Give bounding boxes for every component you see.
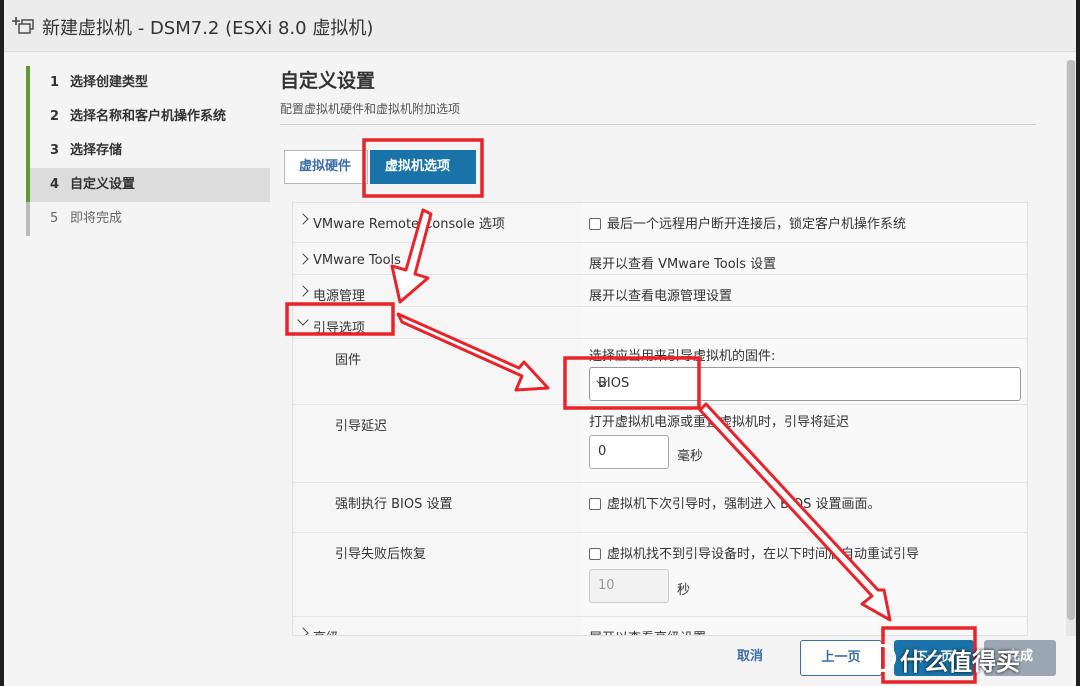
row-label: VMware Remote Console 选项 bbox=[313, 217, 505, 232]
step-label: 自定义设置 bbox=[70, 177, 136, 192]
row-value: 展开以查看高级设置 bbox=[589, 627, 706, 635]
tab-vm-options[interactable]: 虚拟机选项 bbox=[370, 150, 476, 184]
row-force-bios: 强制执行 BIOS 设置 虚拟机下次引导时，强制进入 BIOS 设置画面。 bbox=[293, 483, 1027, 533]
cancel-button[interactable]: 取消 bbox=[710, 640, 790, 676]
new-vm-dialog: 新建虚拟机 - DSM7.2 (ESXi 8.0 虚拟机) 1 选择创建类型 2选… bbox=[4, 0, 1076, 686]
tab-virtual-hardware[interactable]: 虚拟硬件 bbox=[284, 150, 368, 184]
row-label: VMware Tools bbox=[313, 253, 401, 268]
row-boot-recovery: 引导失败后恢复 虚拟机找不到引导设备时，在以下时间后自动重试引导 10 秒 bbox=[293, 533, 1027, 617]
chevron-down-icon[interactable] bbox=[297, 314, 309, 326]
force-bios-checkbox[interactable] bbox=[589, 498, 601, 510]
row-vmware-tools[interactable]: VMware Tools 展开以查看 VMware Tools 设置 bbox=[293, 243, 1027, 275]
chevron-right-icon[interactable] bbox=[297, 285, 309, 297]
main-content: 自定义设置 配置虚拟机硬件和虚拟机附加选项 虚拟硬件 虚拟机选项 VMware … bbox=[280, 58, 1038, 636]
step-2[interactable]: 2 选择名称和客户机操作系统 bbox=[26, 100, 270, 134]
step-label: 选择名称和客户机操作系统 bbox=[70, 109, 227, 124]
step-4[interactable]: 4 自定义设置 bbox=[26, 168, 270, 202]
row-value: 展开以查看电源管理设置 bbox=[589, 289, 733, 304]
row-advanced[interactable]: 高级 展开以查看高级设置 bbox=[293, 617, 1027, 635]
chevron-right-icon[interactable] bbox=[297, 627, 309, 635]
window-title: 新建虚拟机 - DSM7.2 (ESXi 8.0 虚拟机) bbox=[42, 18, 374, 39]
row-label: 引导失败后恢复 bbox=[335, 547, 427, 562]
wizard-steps: 1 选择创建类型 2 选择名称和客户机操作系统 3 选择存储 4 自定义设置 5 即将完成 bbox=[26, 66, 270, 236]
firmware-select[interactable]: BIOS bbox=[589, 367, 1021, 401]
step-label: 即将完成 bbox=[70, 211, 123, 226]
new-vm-icon bbox=[12, 17, 34, 34]
retry-seconds-input[interactable]: 10 bbox=[589, 569, 669, 603]
step-number: 2 bbox=[50, 109, 60, 124]
title-bar: 新建虚拟机 - DSM7.2 (ESXi 8.0 虚拟机) bbox=[4, 0, 1076, 52]
step-1[interactable]: 1 选择创建类型 bbox=[26, 66, 270, 100]
page-title: 自定义设置 bbox=[280, 70, 376, 92]
boot-recovery-checkbox[interactable] bbox=[589, 548, 601, 560]
step-label: 选择创建类型 bbox=[70, 75, 149, 90]
step-label: 选择存储 bbox=[70, 143, 123, 158]
row-value: 最后一个远程用户断开连接后，锁定客户机操作系统 bbox=[607, 217, 907, 232]
step-number: 5 bbox=[50, 211, 59, 226]
row-label: 强制执行 BIOS 设置 bbox=[335, 497, 453, 512]
chevron-right-icon[interactable] bbox=[297, 213, 309, 225]
row-label: 引导选项 bbox=[313, 321, 366, 336]
step-number: 3 bbox=[50, 143, 60, 158]
row-value: 展开以查看 VMware Tools 设置 bbox=[589, 257, 777, 272]
vmrc-lock-checkbox[interactable] bbox=[589, 218, 601, 230]
watermark-logo-icon bbox=[868, 644, 896, 672]
options-grid: VMware Remote Console 选项 最后一个远程用户断开连接后，锁… bbox=[292, 202, 1028, 636]
row-boot-options[interactable]: 引导选项 bbox=[293, 307, 1027, 339]
step-5[interactable]: 5 即将完成 bbox=[26, 202, 270, 236]
scrollbar-thumb[interactable] bbox=[1067, 60, 1075, 620]
page-subtitle: 配置虚拟机硬件和虚拟机附加选项 bbox=[280, 102, 461, 116]
step-number: 1 bbox=[50, 75, 60, 90]
firmware-hint: 选择应当用来引导虚拟机的固件: bbox=[589, 349, 776, 364]
row-label: 电源管理 bbox=[313, 289, 366, 304]
step-number: 4 bbox=[50, 177, 60, 192]
row-label: 高级 bbox=[313, 627, 339, 635]
row-boot-delay: 引导延迟 打开虚拟机电源或重置虚拟机时，引导将延迟 0 毫秒 bbox=[293, 405, 1027, 483]
seconds-unit: 秒 bbox=[677, 583, 691, 598]
divider bbox=[280, 124, 1036, 125]
watermark: 什么值得买 bbox=[900, 648, 1020, 676]
row-power[interactable]: 电源管理 展开以查看电源管理设置 bbox=[293, 275, 1027, 307]
step-3[interactable]: 3 选择存储 bbox=[26, 134, 270, 168]
row-firmware: 固件 选择应当用来引导虚拟机的固件: BIOS bbox=[293, 339, 1027, 405]
row-value: 虚拟机找不到引导设备时，在以下时间后自动重试引导 bbox=[607, 547, 920, 562]
boot-delay-input[interactable]: 0 bbox=[589, 435, 669, 469]
delay-hint: 打开虚拟机电源或重置虚拟机时，引导将延迟 bbox=[589, 415, 850, 430]
row-label: 引导延迟 bbox=[335, 419, 388, 434]
row-value: 虚拟机下次引导时，强制进入 BIOS 设置画面。 bbox=[607, 497, 881, 512]
row-vmrc[interactable]: VMware Remote Console 选项 最后一个远程用户断开连接后，锁… bbox=[293, 203, 1027, 243]
row-label: 固件 bbox=[335, 353, 362, 368]
chevron-right-icon[interactable] bbox=[297, 253, 309, 265]
delay-unit: 毫秒 bbox=[677, 449, 704, 464]
